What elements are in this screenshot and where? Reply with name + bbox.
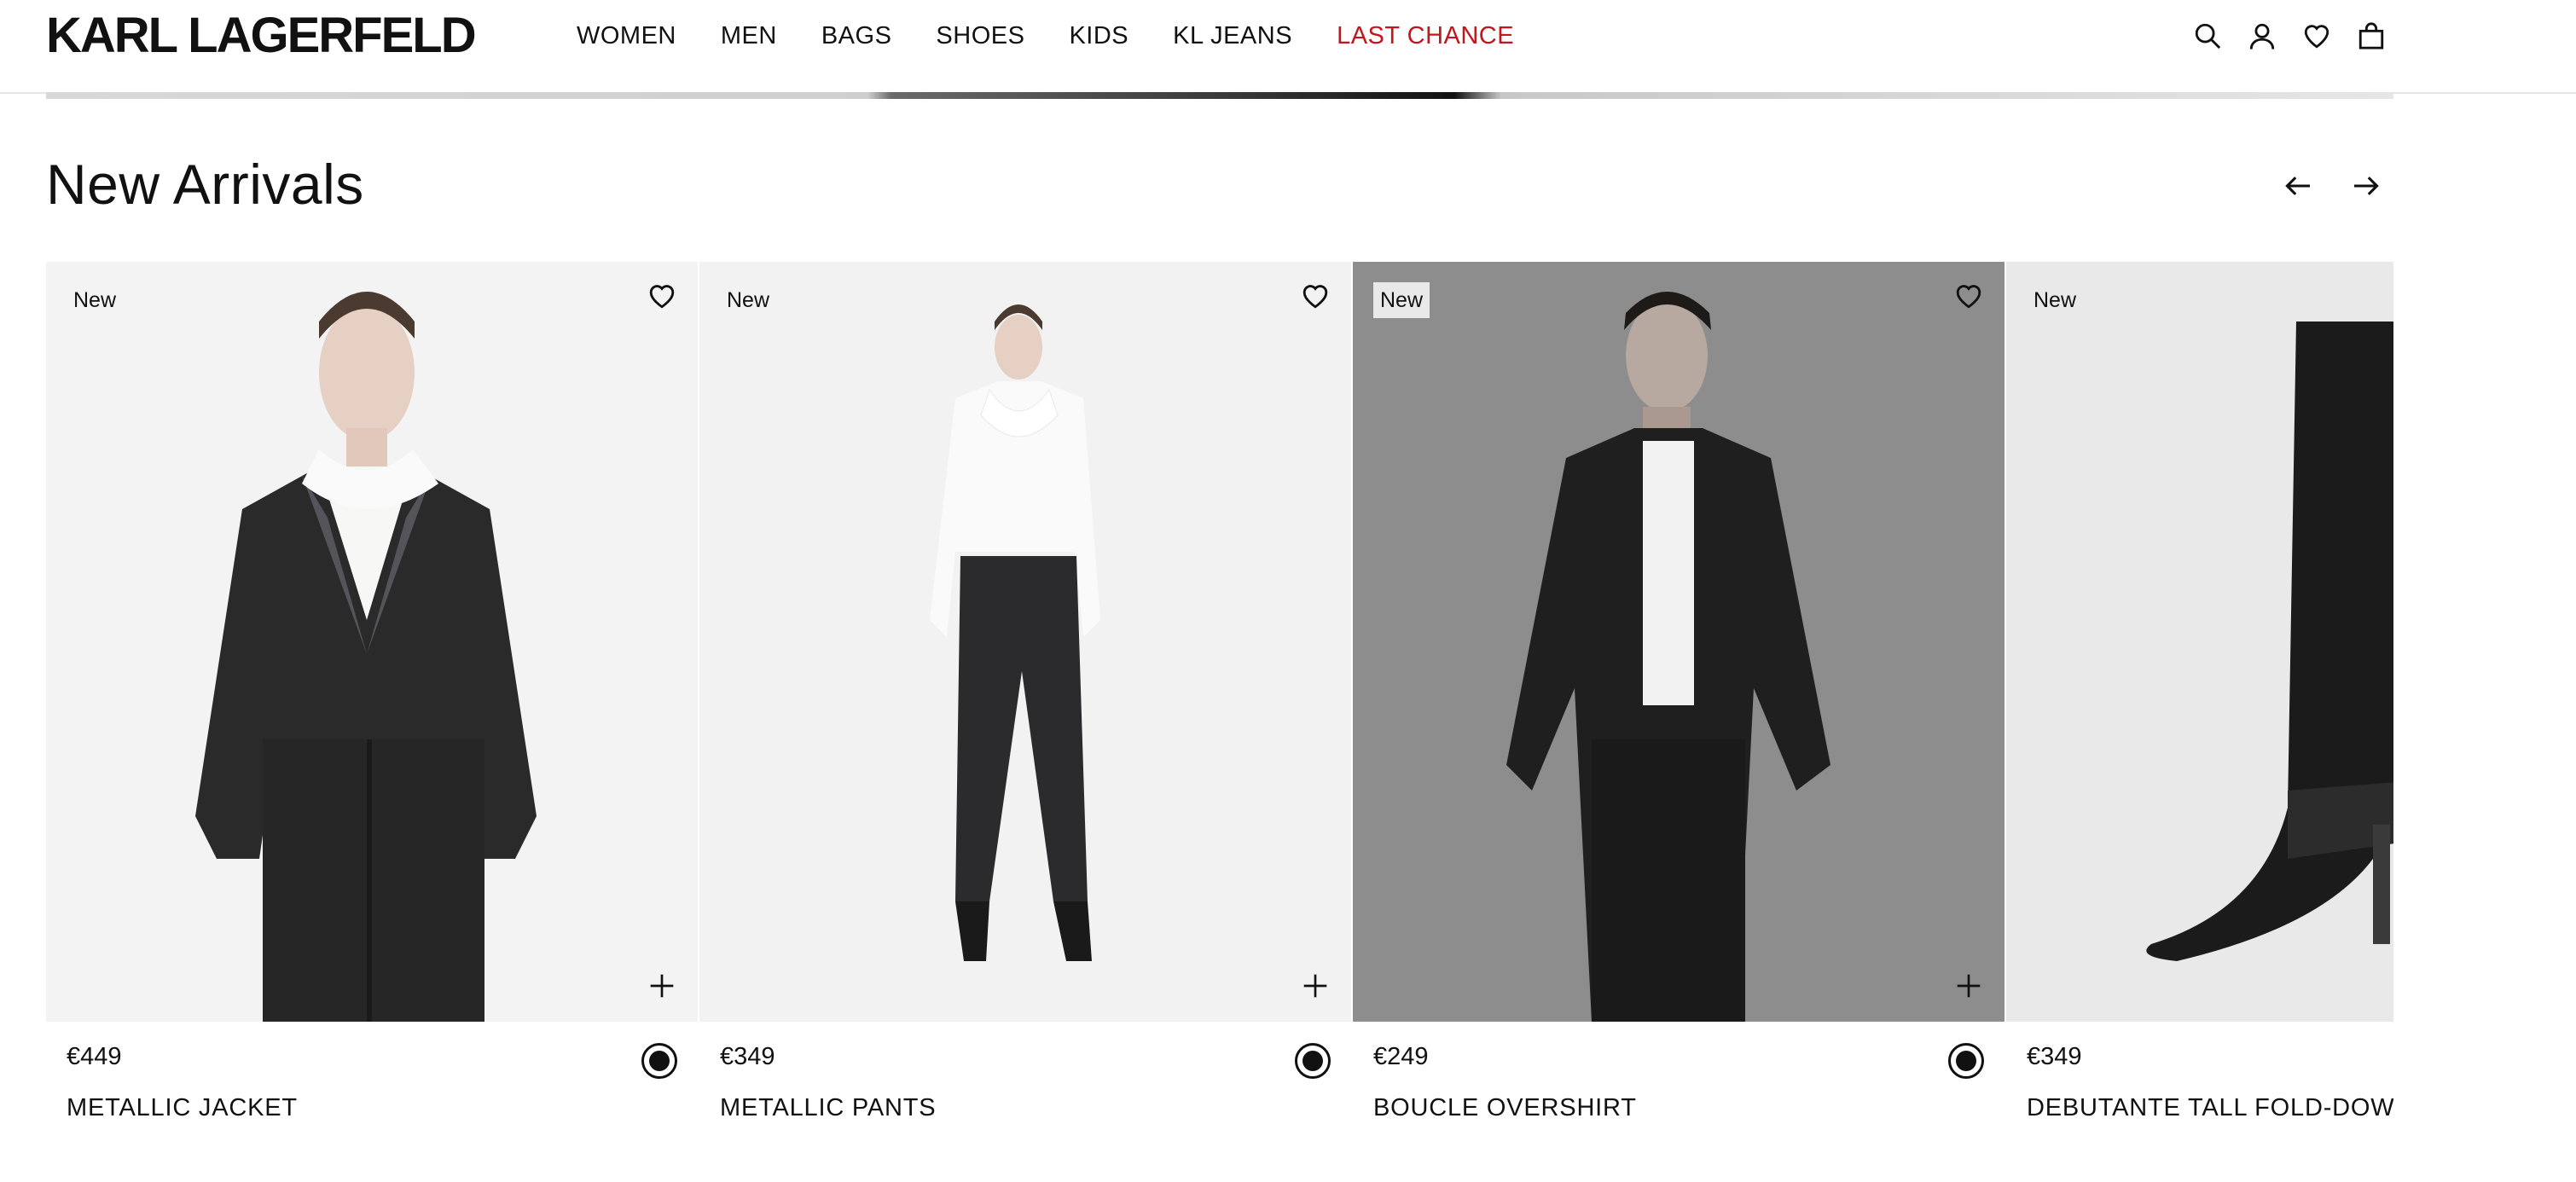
add-to-wishlist-button[interactable]	[1952, 279, 1986, 313]
heart-icon	[649, 285, 675, 309]
color-swatch[interactable]	[1295, 1043, 1331, 1079]
product-carousel: New €449 METALLIC JACKET New €349 METALL…	[46, 262, 2393, 1182]
product-card[interactable]: New €349 DEBUTANTE TALL FOLD-DOW	[2006, 262, 2393, 1182]
plus-icon	[650, 974, 674, 998]
color-swatch[interactable]	[641, 1043, 677, 1079]
product-price: €349	[720, 1043, 775, 1070]
account-icon[interactable]	[2245, 19, 2279, 53]
new-badge: New	[73, 288, 117, 312]
bag-icon[interactable]	[2354, 19, 2388, 53]
product-price: €249	[1373, 1043, 1429, 1070]
product-price: €449	[67, 1043, 122, 1070]
quick-add-button[interactable]	[1952, 969, 1986, 1003]
nav-item-women[interactable]: WOMEN	[577, 17, 676, 55]
product-name[interactable]: METALLIC PANTS	[720, 1091, 1331, 1125]
model-in-overshirt-image	[1353, 262, 2005, 1022]
quick-add-button[interactable]	[1298, 969, 1332, 1003]
product-card[interactable]: New €249 BOUCLE OVERSHIRT	[1353, 262, 2005, 1182]
nav-item-last-chance[interactable]: LAST CHANCE	[1337, 17, 1514, 55]
nav-item-kl-jeans[interactable]: KL JEANS	[1173, 17, 1292, 55]
plus-icon	[1303, 974, 1327, 998]
product-info: €349 DEBUTANTE TALL FOLD-DOW	[2027, 1040, 2393, 1125]
add-to-wishlist-button[interactable]	[1298, 279, 1332, 313]
model-in-pants-image	[699, 262, 1351, 1022]
product-card[interactable]: New €349 METALLIC PANTS	[699, 262, 1351, 1182]
product-name[interactable]: DEBUTANTE TALL FOLD-DOW	[2027, 1091, 2393, 1125]
color-swatch[interactable]	[1948, 1043, 1984, 1079]
heart-icon	[1303, 285, 1328, 309]
product-name[interactable]: METALLIC JACKET	[67, 1091, 677, 1125]
add-to-wishlist-button[interactable]	[645, 279, 679, 313]
product-price: €349	[2027, 1043, 2082, 1070]
product-image[interactable]: New	[46, 262, 698, 1022]
product-card[interactable]: New €449 METALLIC JACKET	[46, 262, 698, 1182]
brand-logo[interactable]: KARL LAGERFELD	[46, 10, 477, 61]
header-actions	[2190, 17, 2409, 55]
nav-item-bags[interactable]: BAGS	[821, 17, 892, 55]
model-in-jacket-image	[46, 262, 698, 1022]
new-badge: New	[727, 288, 770, 312]
carousel-next-button[interactable]	[2346, 167, 2387, 205]
nav-item-shoes[interactable]: SHOES	[936, 17, 1024, 55]
search-icon[interactable]	[2190, 19, 2225, 53]
new-badge: New	[1373, 282, 1430, 318]
product-info: €449 METALLIC JACKET	[67, 1040, 677, 1125]
plus-icon	[1957, 974, 1981, 998]
nav-item-men[interactable]: MEN	[721, 17, 777, 55]
tall-boot-image	[2006, 262, 2393, 1022]
arrow-right-icon	[2354, 177, 2379, 195]
quick-add-button[interactable]	[645, 969, 679, 1003]
site-header: KARL LAGERFELD WOMEN MEN BAGS SHOES KIDS…	[0, 0, 2576, 94]
product-image[interactable]: New	[699, 262, 1351, 1022]
arrow-left-icon	[2285, 177, 2310, 195]
product-image[interactable]: New	[1353, 262, 2005, 1022]
main-nav: WOMEN MEN BAGS SHOES KIDS KL JEANS LAST …	[577, 17, 1558, 55]
product-name[interactable]: BOUCLE OVERSHIRT	[1373, 1091, 1984, 1125]
new-badge: New	[2034, 288, 2077, 312]
heart-icon	[1956, 285, 1981, 309]
product-info: €249 BOUCLE OVERSHIRT	[1373, 1040, 1984, 1125]
nav-item-kids[interactable]: KIDS	[1069, 17, 1128, 55]
product-info: €349 METALLIC PANTS	[720, 1040, 1331, 1125]
section-title: New Arrivals	[46, 153, 364, 216]
carousel-controls	[2277, 167, 2414, 205]
hero-banner-edge	[46, 92, 2393, 99]
wishlist-icon[interactable]	[2300, 19, 2334, 53]
carousel-prev-button[interactable]	[2277, 167, 2318, 205]
product-image[interactable]: New	[2006, 262, 2393, 1022]
